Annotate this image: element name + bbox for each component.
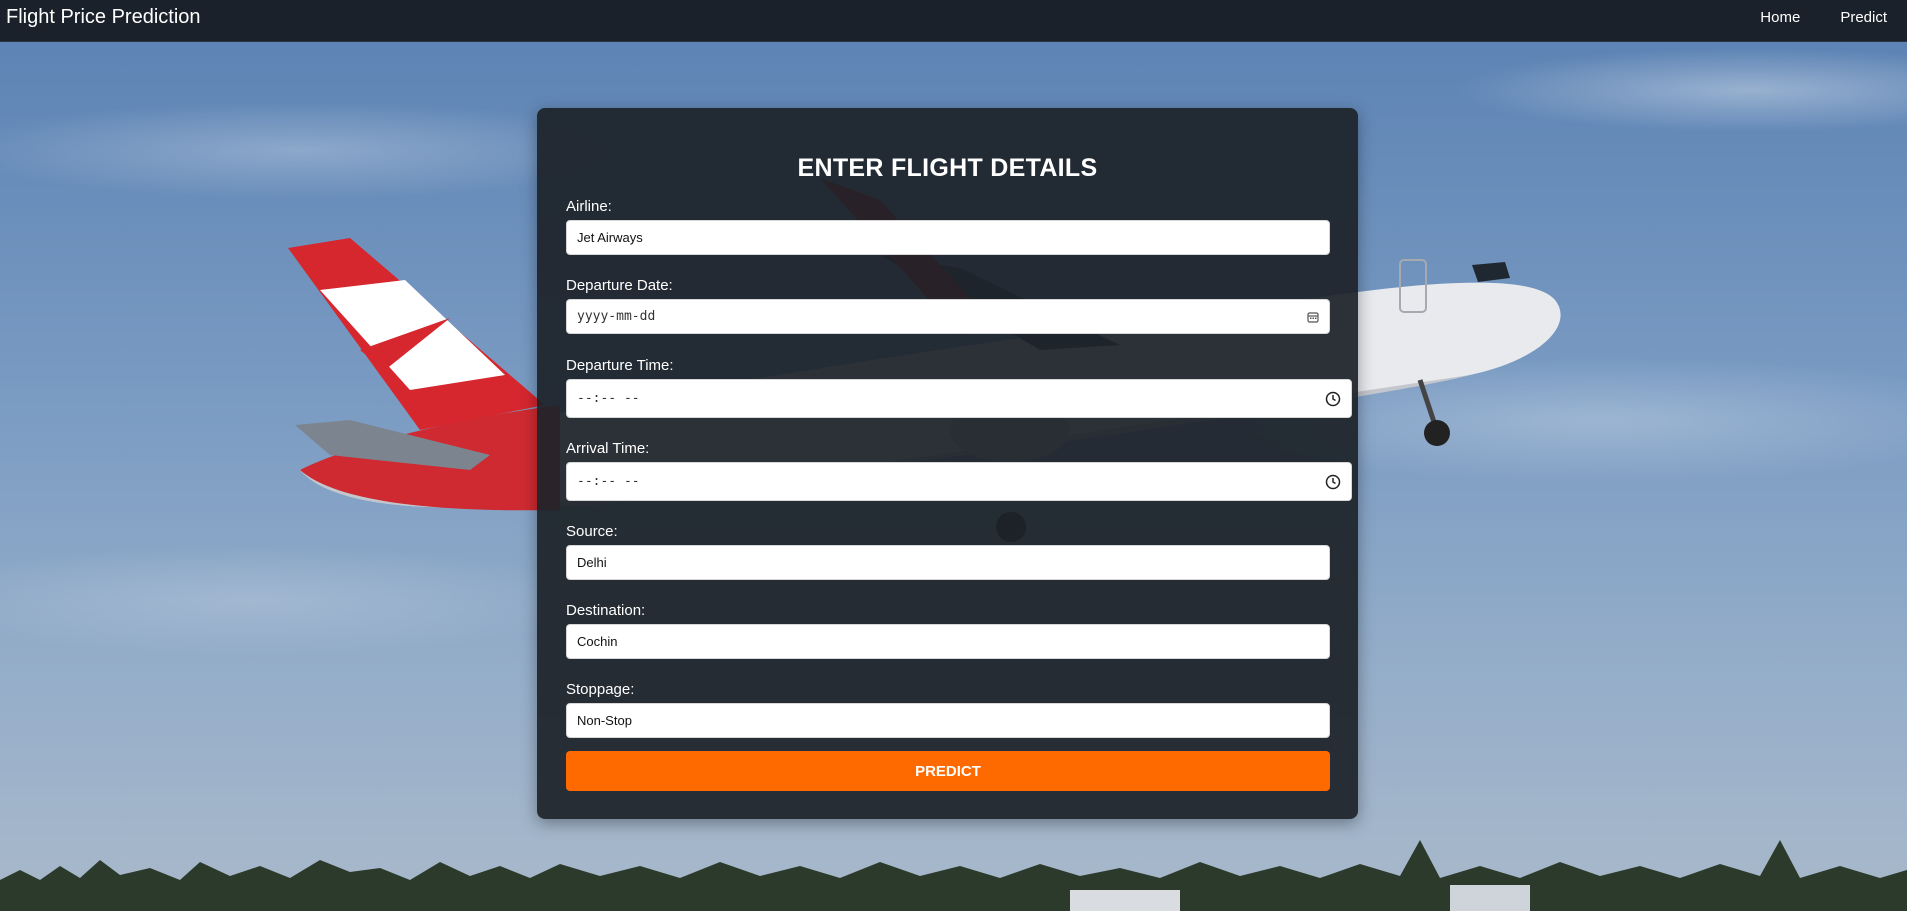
form-title: ENTER FLIGHT DETAILS (797, 154, 1098, 182)
predict-button[interactable]: PREDICT (566, 751, 1330, 791)
clock-icon[interactable] (1325, 474, 1341, 490)
destination-select[interactable]: Cochin (566, 624, 1330, 659)
source-label: Source: (566, 523, 618, 540)
departure-date-placeholder: yyyy-mm-dd (577, 309, 656, 324)
nav-links: Home Predict (1740, 0, 1907, 41)
departure-time-label: Departure Time: (566, 357, 674, 374)
arrival-time-label: Arrival Time: (566, 440, 650, 457)
arrival-time-placeholder: --:-- -- (577, 474, 640, 489)
departure-date-input[interactable]: yyyy-mm-dd (566, 299, 1330, 334)
navbar: Flight Price Prediction Home Predict (0, 0, 1907, 42)
airline-label: Airline: (566, 198, 612, 215)
arrival-time-input[interactable]: --:-- -- (566, 462, 1352, 501)
source-select[interactable]: Delhi (566, 545, 1330, 580)
departure-time-input[interactable]: --:-- -- (566, 379, 1352, 418)
nav-home-link[interactable]: Home (1740, 0, 1820, 41)
destination-value: Cochin (577, 634, 618, 649)
clock-icon[interactable] (1325, 391, 1341, 407)
calendar-icon[interactable] (1307, 311, 1319, 323)
airline-select[interactable]: Jet Airways (566, 220, 1330, 255)
stoppage-value: Non-Stop (577, 713, 632, 728)
stoppage-select[interactable]: Non-Stop (566, 703, 1330, 738)
destination-label: Destination: (566, 602, 646, 619)
flight-details-form: ENTER FLIGHT DETAILS Airline: Jet Airway… (537, 108, 1358, 819)
nav-predict-link[interactable]: Predict (1820, 0, 1907, 41)
brand-title[interactable]: Flight Price Prediction (6, 6, 201, 29)
stoppage-label: Stoppage: (566, 681, 635, 698)
departure-date-label: Departure Date: (566, 277, 673, 294)
departure-time-placeholder: --:-- -- (577, 391, 640, 406)
airline-value: Jet Airways (577, 230, 643, 245)
source-value: Delhi (577, 555, 607, 570)
